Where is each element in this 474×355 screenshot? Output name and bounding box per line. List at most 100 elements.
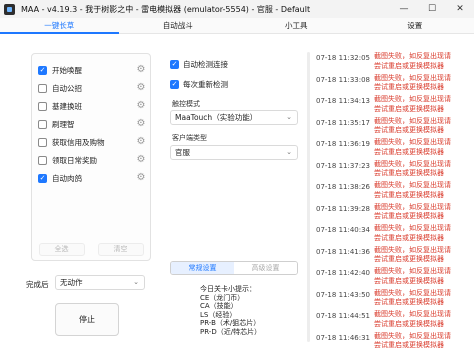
- log-message: 截图失败，如反复出现请 尝试重启或更换模拟器: [374, 310, 451, 329]
- tip-line: CE（龙门币）: [200, 293, 245, 302]
- log-message: 截图失败，如反复出现请 尝试重启或更换模拟器: [374, 74, 451, 93]
- log-time: 07-18 11:43:50: [316, 290, 371, 299]
- log-line: 截图失败，如反复出现请: [374, 331, 451, 340]
- log-scrollbar[interactable]: [307, 52, 310, 342]
- close-button[interactable]: ✕: [446, 0, 474, 18]
- gear-icon[interactable]: ⚙: [136, 83, 146, 93]
- stop-button[interactable]: 停止: [55, 303, 119, 336]
- log-time: 07-18 11:34:13: [316, 97, 371, 105]
- log-line: 截图失败，如反复出现请: [374, 138, 451, 146]
- task-label: 获取信用及购物: [52, 137, 105, 147]
- checkbox-icon[interactable]: [38, 155, 47, 165]
- task-item-award[interactable]: 领取日常奖励 ⚙: [38, 153, 148, 167]
- checkbox-checked-icon[interactable]: ✓: [170, 60, 179, 69]
- redetect-each-time-checkbox[interactable]: ✓ 每次重新检测: [170, 79, 228, 90]
- client-type-select[interactable]: 官服 ⌄: [170, 145, 298, 160]
- gear-icon[interactable]: ⚙: [136, 173, 146, 183]
- tab-farming[interactable]: 一键长草: [0, 18, 119, 34]
- task-label: 自动肉鸽: [52, 173, 82, 183]
- log-line: 尝试重启或更换模拟器: [374, 341, 444, 349]
- checkbox-icon[interactable]: [38, 83, 47, 93]
- after-finish-select[interactable]: 无动作 ⌄: [55, 275, 145, 290]
- app-logo-icon: [4, 3, 15, 15]
- tip-line: PR-D（近/特芯片）: [200, 327, 262, 336]
- log-entry: 07-18 11:46:31 截图失败，如反复出现请 尝试重启或更换模拟器: [316, 332, 472, 354]
- log-time: 07-18 11:35:17: [316, 118, 371, 127]
- tip-line: PR-B（术/狙芯片）: [200, 319, 261, 328]
- auto-detect-connection-checkbox[interactable]: ✓ 自动检测连接: [170, 59, 228, 70]
- task-item-fight[interactable]: 刷理智 ⚙: [38, 117, 148, 131]
- log-line: 尝试重启或更换模拟器: [374, 169, 444, 177]
- checkbox-checked-icon[interactable]: ✓: [38, 173, 47, 183]
- log-message: 截图失败，如反复出现请 尝试重启或更换模拟器: [374, 224, 451, 243]
- log-time: 07-18 11:40:34: [316, 226, 371, 234]
- log-time: 07-18 11:44:51: [316, 312, 371, 320]
- touch-mode-select[interactable]: MaaTouch（实验功能） ⌄: [170, 110, 298, 125]
- task-label: 基建换班: [52, 101, 82, 111]
- task-label: 自动公招: [52, 83, 82, 93]
- chevron-down-icon: ⌄: [133, 278, 139, 286]
- log-line: 尝试重启或更换模拟器: [374, 190, 444, 199]
- log-entry: 07-18 11:37:23 截图失败，如反复出现请 尝试重启或更换模拟器: [316, 160, 472, 182]
- task-item-wakeup[interactable]: ✓ 开始唤醒 ⚙: [38, 63, 148, 77]
- checkbox-icon[interactable]: [38, 119, 47, 129]
- log-line: 截图失败，如反复出现请: [374, 267, 451, 275]
- task-label: 开始唤醒: [52, 65, 82, 75]
- task-label: 领取日常奖励: [52, 155, 97, 165]
- log-message: 截图失败，如反复出现请 尝试重启或更换模拟器: [374, 117, 451, 136]
- chevron-down-icon: ⌄: [286, 113, 292, 121]
- log-line: 截图失败，如反复出现请: [374, 224, 451, 232]
- log-entry: 07-18 11:34:13 截图失败，如反复出现请 尝试重启或更换模拟器: [316, 95, 472, 117]
- log-time: 07-18 11:36:19: [316, 140, 371, 148]
- log-message: 截图失败，如反复出现请 尝试重启或更换模拟器: [374, 246, 451, 265]
- log-message: 截图失败，如反复出现请 尝试重启或更换模拟器: [374, 138, 451, 157]
- gear-icon[interactable]: ⚙: [136, 101, 146, 111]
- log-line: 尝试重启或更换模拟器: [374, 319, 444, 328]
- task-item-recruit[interactable]: 自动公招 ⚙: [38, 81, 148, 95]
- log-entry: 07-18 11:42:40 截图失败，如反复出现请 尝试重启或更换模拟器: [316, 267, 472, 289]
- log-message: 截图失败，如反复出现请 尝试重启或更换模拟器: [374, 267, 451, 286]
- checkbox-icon[interactable]: [38, 101, 47, 111]
- tip-line: CA（技能）: [200, 302, 238, 311]
- checkbox-checked-icon[interactable]: ✓: [38, 65, 47, 75]
- log-line: 尝试重启或更换模拟器: [374, 233, 444, 242]
- log-message: 截图失败，如反复出现请 尝试重启或更换模拟器: [374, 203, 451, 222]
- app-window: MAA - v4.19.3 - 我于树影之中 - 雷电模拟器 (emulator…: [0, 0, 474, 355]
- log-entry: 07-18 11:40:34 截图失败，如反复出现请 尝试重启或更换模拟器: [316, 224, 472, 246]
- log-line: 截图失败，如反复出现请: [374, 181, 451, 189]
- advanced-settings-tab[interactable]: 高级设置: [234, 262, 297, 274]
- log-entry: 07-18 11:35:17 截图失败，如反复出现请 尝试重启或更换模拟器: [316, 117, 472, 139]
- log-line: 截图失败，如反复出现请: [374, 116, 451, 125]
- task-item-infrast[interactable]: 基建换班 ⚙: [38, 99, 148, 113]
- after-finish-label: 完成后: [26, 280, 49, 289]
- task-item-roguelike[interactable]: ✓ 自动肉鸽 ⚙: [38, 171, 148, 185]
- log-line: 尝试重启或更换模拟器: [374, 212, 444, 220]
- gear-icon[interactable]: ⚙: [136, 155, 146, 165]
- log-entry: 07-18 11:41:36 截图失败，如反复出现请 尝试重启或更换模拟器: [316, 246, 472, 268]
- gear-icon[interactable]: ⚙: [136, 137, 146, 147]
- task-item-mall[interactable]: 获取信用及购物 ⚙: [38, 135, 148, 149]
- select-all-button[interactable]: 全选: [38, 243, 85, 256]
- tab-auto-battle[interactable]: 自动战斗: [119, 18, 238, 33]
- log-entry: 07-18 11:32:05 截图失败，如反复出现请 尝试重启或更换模拟器: [316, 52, 472, 74]
- tab-tools[interactable]: 小工具: [237, 18, 356, 33]
- log-line: 截图失败，如反复出现请: [374, 159, 451, 168]
- log-message: 截图失败，如反复出现请 尝试重启或更换模拟器: [374, 95, 451, 114]
- client-type-label: 客户端类型: [172, 134, 207, 142]
- checkbox-checked-icon[interactable]: ✓: [170, 80, 179, 89]
- clear-button[interactable]: 清空: [97, 243, 144, 256]
- log-message: 截图失败，如反复出现请 尝试重启或更换模拟器: [374, 332, 451, 351]
- gear-icon[interactable]: ⚙: [136, 119, 146, 129]
- log-line: 尝试重启或更换模拟器: [374, 298, 444, 306]
- checkbox-icon[interactable]: [38, 137, 47, 147]
- log-message: 截图失败，如反复出现请 尝试重启或更换模拟器: [374, 52, 451, 71]
- window-controls: — ☐ ✕: [390, 0, 474, 18]
- tab-settings[interactable]: 设置: [356, 18, 474, 33]
- log-entry: 07-18 11:38:26 截图失败，如反复出现请 尝试重启或更换模拟器: [316, 181, 472, 203]
- maximize-button[interactable]: ☐: [418, 0, 446, 18]
- log-entry: 07-18 11:43:50 截图失败，如反复出现请 尝试重启或更换模拟器: [316, 289, 472, 311]
- normal-settings-tab[interactable]: 常规设置: [171, 262, 234, 274]
- minimize-button[interactable]: —: [390, 0, 418, 18]
- gear-icon[interactable]: ⚙: [136, 65, 146, 75]
- log-time: 07-18 11:46:31: [316, 333, 371, 342]
